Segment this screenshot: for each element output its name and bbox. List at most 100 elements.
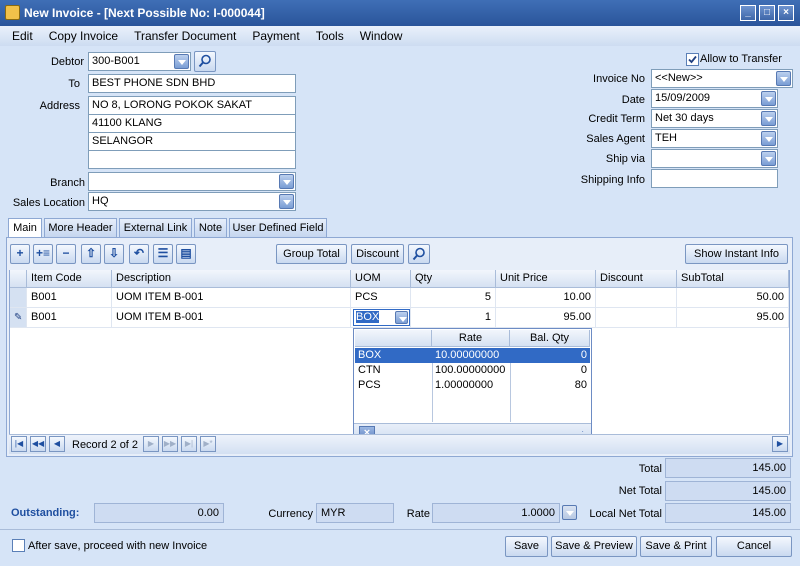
table-cell-qty[interactable]: 5 — [411, 288, 496, 308]
table-cell-discount[interactable] — [596, 308, 677, 328]
menu-payment[interactable]: Payment — [244, 29, 307, 43]
popup-cell-bal-qty[interactable]: 0 — [510, 363, 590, 378]
chevron-down-icon[interactable] — [776, 71, 791, 86]
first-record-button[interactable]: |◀ — [11, 436, 27, 452]
item-search-button[interactable] — [408, 244, 430, 264]
show-instant-info-button[interactable]: Show Instant Info — [685, 244, 788, 264]
chevron-down-icon[interactable] — [395, 311, 408, 324]
tab-main[interactable]: Main — [8, 218, 42, 238]
next-page-button[interactable]: ▶▶ — [162, 436, 178, 452]
row-selector[interactable] — [10, 288, 27, 308]
column-header-unit-price[interactable]: Unit Price — [496, 270, 596, 288]
add-row-button[interactable]: + — [10, 244, 30, 264]
table-cell-item-code[interactable]: B001 — [27, 308, 112, 328]
table-cell-subtotal[interactable]: 50.00 — [677, 288, 789, 308]
popup-cell-uom[interactable]: CTN — [355, 363, 432, 378]
chevron-down-icon[interactable] — [761, 131, 776, 146]
table-cell-unit-price[interactable]: 10.00 — [496, 288, 596, 308]
chevron-down-icon[interactable] — [279, 174, 294, 189]
next-record-button[interactable]: ▶ — [143, 436, 159, 452]
table-cell-subtotal[interactable]: 95.00 — [677, 308, 789, 328]
popup-cell-bal-qty[interactable]: 0 — [510, 348, 590, 363]
save-button[interactable]: Save — [505, 536, 548, 557]
detail-view-button[interactable]: ▤ — [176, 244, 196, 264]
tab-user-defined-field[interactable]: User Defined Field — [229, 218, 327, 237]
column-header-qty[interactable]: Qty — [411, 270, 496, 288]
scroll-right-button[interactable]: ▶ — [772, 436, 788, 452]
chevron-down-icon[interactable] — [761, 91, 776, 106]
ship-via-combo[interactable] — [651, 149, 778, 168]
prev-record-button[interactable]: ◀ — [49, 436, 65, 452]
row-selector[interactable]: ✎ — [10, 308, 27, 328]
rate-combo[interactable] — [561, 503, 578, 523]
append-record-button[interactable]: ▶* — [200, 436, 216, 452]
address-line-1[interactable]: NO 8, LORONG POKOK SAKAT — [88, 96, 296, 115]
maximize-button[interactable]: □ — [759, 5, 775, 21]
table-cell-unit-price[interactable]: 95.00 — [496, 308, 596, 328]
group-total-button[interactable]: Group Total — [276, 244, 347, 264]
discount-button[interactable]: Discount — [351, 244, 404, 264]
debtor-search-button[interactable] — [194, 51, 216, 72]
column-header-item-code[interactable]: Item Code — [27, 270, 112, 288]
move-up-button[interactable]: ⇧ — [81, 244, 101, 264]
minimize-button[interactable]: _ — [740, 5, 756, 21]
delete-row-button[interactable]: − — [56, 244, 76, 264]
undo-button[interactable]: ↶ — [129, 244, 149, 264]
save-preview-button[interactable]: Save & Preview — [551, 536, 637, 557]
column-header-uom[interactable]: UOM — [351, 270, 411, 288]
debtor-combo[interactable]: 300-B001 — [88, 52, 191, 71]
tab-external-link[interactable]: External Link — [119, 218, 192, 237]
address-line-4[interactable] — [88, 150, 296, 169]
after-save-new-checkbox[interactable] — [12, 539, 25, 552]
table-cell-qty[interactable]: 1 — [411, 308, 496, 328]
insert-row-button[interactable]: +≡ — [33, 244, 53, 264]
menu-transfer-document[interactable]: Transfer Document — [126, 29, 244, 43]
sales-agent-combo[interactable]: TEH — [651, 129, 778, 148]
branch-combo[interactable] — [88, 172, 296, 191]
invoice-no-combo[interactable]: <<New>> — [651, 69, 793, 88]
chevron-down-icon[interactable] — [174, 54, 189, 69]
table-cell-uom[interactable]: BOX — [351, 308, 411, 328]
credit-term-combo[interactable]: Net 30 days — [651, 109, 778, 128]
chevron-down-icon[interactable] — [761, 151, 776, 166]
save-print-button[interactable]: Save & Print — [640, 536, 712, 557]
popup-cell-rate[interactable]: 100.00000000 — [432, 363, 510, 378]
table-cell-item-code[interactable]: B001 — [27, 288, 112, 308]
move-down-button[interactable]: ⇩ — [104, 244, 124, 264]
last-record-button[interactable]: ▶| — [181, 436, 197, 452]
popup-cell-uom[interactable]: BOX — [355, 348, 432, 363]
chevron-down-icon[interactable] — [279, 194, 294, 209]
rate-field[interactable]: 1.0000 — [432, 503, 560, 523]
sales-location-combo[interactable]: HQ — [88, 192, 296, 211]
shipping-info-field[interactable] — [651, 169, 778, 188]
chevron-down-icon[interactable] — [562, 505, 577, 520]
table-cell-discount[interactable] — [596, 288, 677, 308]
address-line-3[interactable]: SELANGOR — [88, 132, 296, 151]
menu-window[interactable]: Window — [352, 29, 411, 43]
popup-cell-bal-qty[interactable]: 80 — [510, 378, 590, 393]
prev-page-button[interactable]: ◀◀ — [30, 436, 46, 452]
address-line-2[interactable]: 41100 KLANG — [88, 114, 296, 133]
menu-edit[interactable]: Edit — [4, 29, 41, 43]
menu-tools[interactable]: Tools — [308, 29, 352, 43]
column-header-subtotal[interactable]: SubTotal — [677, 270, 789, 288]
list-view-button[interactable]: ☰ — [153, 244, 173, 264]
column-header-description[interactable]: Description — [112, 270, 351, 288]
column-header-discount[interactable]: Discount — [596, 270, 677, 288]
allow-transfer-checkbox[interactable] — [686, 53, 699, 66]
tab-note[interactable]: Note — [194, 218, 227, 237]
table-cell-description[interactable]: UOM ITEM B-001 — [112, 308, 351, 328]
popup-cell-rate[interactable]: 10.00000000 — [432, 348, 510, 363]
tab-more-header[interactable]: More Header — [44, 218, 117, 237]
table-cell-uom[interactable]: PCS — [351, 288, 411, 308]
close-window-button[interactable]: × — [778, 5, 794, 21]
chevron-down-icon[interactable] — [761, 111, 776, 126]
menu-copy-invoice[interactable]: Copy Invoice — [41, 29, 126, 43]
popup-cell-uom[interactable]: PCS — [355, 378, 432, 393]
to-field[interactable]: BEST PHONE SDN BHD — [88, 74, 296, 93]
date-picker[interactable]: 15/09/2009 — [651, 89, 778, 108]
popup-cell-rate[interactable]: 1.00000000 — [432, 378, 510, 393]
cancel-button[interactable]: Cancel — [716, 536, 792, 557]
table-cell-description[interactable]: UOM ITEM B-001 — [112, 288, 351, 308]
uom-combo[interactable]: BOX — [353, 309, 410, 326]
